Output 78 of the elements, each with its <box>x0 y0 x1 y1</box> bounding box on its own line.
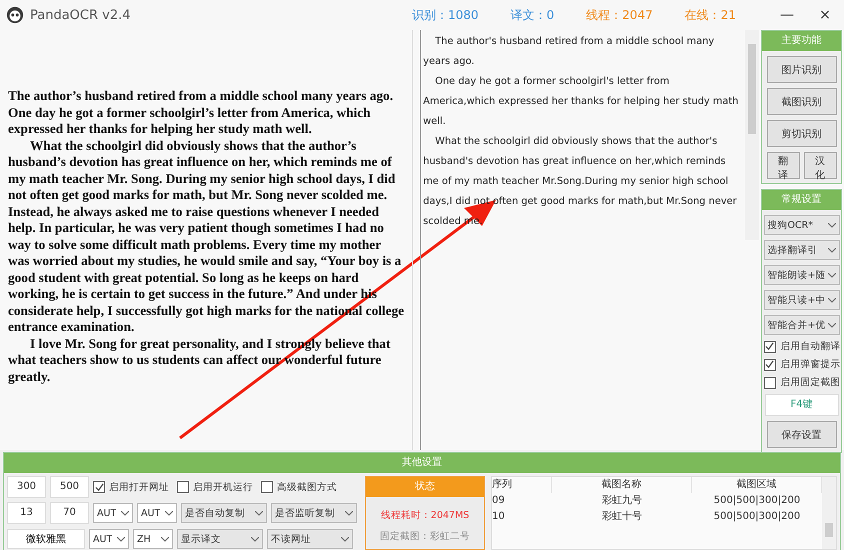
status-header: 状态 <box>366 477 484 497</box>
chevron-down-icon <box>251 536 259 542</box>
table-cell-text: 彩虹九号 <box>601 494 643 508</box>
scrollbar[interactable] <box>822 477 836 549</box>
scrollbar[interactable] <box>745 30 759 240</box>
chevron-down-icon <box>828 298 836 302</box>
table-cell-text: 10 <box>492 510 506 524</box>
dropdown[interactable]: ZH <box>133 529 173 549</box>
checkbox[interactable] <box>93 481 105 493</box>
table-cell-text: 500|500|300|200 <box>712 510 802 524</box>
checkbox[interactable] <box>764 358 776 370</box>
chevron-down-icon <box>165 510 173 516</box>
dropdown[interactable]: AUT <box>89 529 129 549</box>
section-header: 主要功能 <box>762 31 841 51</box>
checkbox[interactable] <box>177 481 189 493</box>
function-button[interactable]: 汉化 <box>804 152 836 179</box>
checkbox[interactable] <box>764 376 776 388</box>
table-cell-text: 09 <box>492 494 506 508</box>
result-paragraph: The author's husband retired from a middle school many years ago. <box>423 35 716 69</box>
font-button[interactable]: 微软雅黑 <box>7 529 85 549</box>
section-header: 其他设置 <box>4 453 840 473</box>
dropdown[interactable]: 不读网址 <box>267 529 353 549</box>
table-cell-text: 500|500|300|200 <box>712 494 802 508</box>
input-field[interactable]: 70 <box>50 502 89 524</box>
window-title: PandaOCR v2.4 <box>30 8 131 22</box>
chevron-down-icon <box>121 510 129 516</box>
result-paragraph: One day he got a former schoolgirl's letter from America,which expressed her thanks for helping her study math well. <box>423 75 740 129</box>
function-button[interactable]: 图片识别 <box>766 56 836 83</box>
input-field[interactable]: 300 <box>7 476 46 498</box>
panda-icon <box>6 6 24 24</box>
input-field[interactable]: 500 <box>50 476 89 498</box>
dropdown[interactable]: 智能合并+优 <box>764 315 840 335</box>
stat-label: 识别：1080 <box>412 6 479 24</box>
dropdown[interactable]: 智能只读+中 <box>764 290 840 310</box>
minimize-button[interactable]: — <box>768 0 806 30</box>
input-field[interactable]: 13 <box>7 502 46 524</box>
function-button[interactable]: 翻译 <box>766 152 800 179</box>
dropdown[interactable]: 智能朗读+随 <box>764 265 840 285</box>
checkbox[interactable] <box>261 481 273 493</box>
stat-label: 在线：21 <box>684 6 736 24</box>
section-header: 常规设置 <box>762 190 841 210</box>
dropdown[interactable]: 是否监听复制 <box>271 503 357 523</box>
hotkey-field[interactable]: F4键 <box>764 394 838 416</box>
column-header[interactable]: 序列 <box>492 477 552 493</box>
chevron-down-icon <box>828 222 836 228</box>
stat-label: 线程：2047 <box>586 6 653 24</box>
checkbox-label: 启用开机运行 <box>193 480 253 494</box>
chevron-down-icon <box>828 322 836 328</box>
table-cell-text: 彩虹十号 <box>601 510 643 524</box>
chevron-down-icon <box>255 510 263 516</box>
dropdown[interactable]: AUT <box>93 503 133 523</box>
fixed-capture-text: 固定截图：彩虹二号 <box>380 530 470 543</box>
checkbox-label: 启用固定截图 <box>780 376 840 389</box>
chevron-down-icon <box>345 510 353 516</box>
stat-label: 译文：0 <box>510 6 554 24</box>
column-header[interactable]: 截图名称 <box>552 477 692 493</box>
dropdown[interactable]: 显示译文 <box>177 529 263 549</box>
dropdown[interactable]: 搜狗OCR* <box>764 215 840 235</box>
function-button[interactable]: 截图识别 <box>766 88 836 115</box>
chevron-down-icon <box>117 536 125 542</box>
chevron-down-icon <box>341 536 349 542</box>
checkbox-label: 高级截图方式 <box>277 480 337 494</box>
dropdown[interactable]: 选择翻译引 <box>764 240 840 260</box>
function-button[interactable]: 剪切识别 <box>766 120 836 147</box>
document-paragraph: The author’s husband retired from a middle school many years ago. One day he got a former schoolgirl’s letter from America, which expressed her thanks for helping her study math well. <box>8 88 394 138</box>
checkbox-label: 启用打开网址 <box>109 480 169 494</box>
result-text-area[interactable] <box>421 30 759 240</box>
thread-time-text: 线程耗时：2047MS <box>380 509 470 522</box>
save-button[interactable]: 保存设置 <box>766 421 836 448</box>
chevron-down-icon <box>828 248 836 252</box>
close-button[interactable]: × <box>806 0 844 30</box>
checkbox[interactable] <box>764 340 776 352</box>
chevron-down-icon <box>161 536 169 542</box>
checkbox-label: 启用弹窗提示 <box>780 358 840 371</box>
dropdown[interactable]: 是否自动复制 <box>181 503 267 523</box>
dropdown[interactable]: AUT <box>137 503 177 523</box>
chevron-down-icon <box>828 272 836 278</box>
checkbox-label: 启用自动翻译 <box>780 340 840 353</box>
